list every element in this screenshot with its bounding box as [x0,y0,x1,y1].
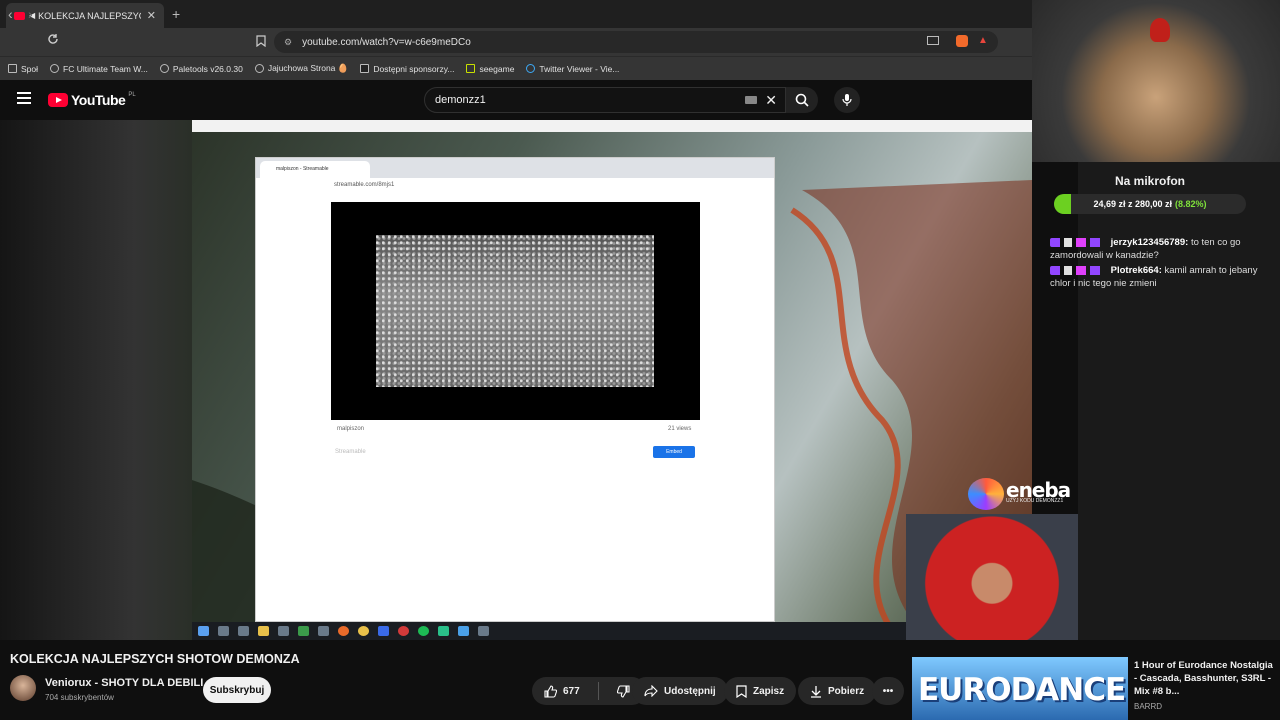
search-icon [795,93,809,107]
bookmark-item[interactable]: Paletools v26.0.30 [159,64,243,74]
menu-icon[interactable] [17,92,31,104]
embedded-views: 21 views [668,426,692,432]
bookmark-item[interactable]: seegame [466,64,514,74]
chrome-icon [358,626,369,636]
bookmark-item[interactable]: Społ [8,64,38,74]
like-icon [544,684,557,698]
embed-button: Embed [653,446,695,458]
mic-icon [842,94,852,106]
streamable-logo: Streamable [335,449,366,455]
eneba-logo-icon [968,478,1004,510]
dislike-icon [616,684,630,698]
crowd-image [376,235,654,387]
app-icon [278,626,289,636]
task-view-icon [238,626,249,636]
globe-icon [159,64,169,73]
sponsor-code: UŻYJ KODU DEMONZZ1 [1006,498,1064,504]
globe-icon [50,64,60,73]
share-icon [644,685,658,697]
reload-icon[interactable] [47,33,59,45]
embedded-url: streamable.com/8mjs1 [334,182,395,188]
brave-shield-icon[interactable] [956,35,968,47]
firefox-icon [338,626,349,636]
search-icon [218,626,229,636]
bookmark-item[interactable]: Jajuchowa Strona 🥚 [254,63,348,74]
app-icon [298,626,309,636]
like-dislike-group: 677 [532,677,646,705]
chat-badges-icon [1050,265,1108,275]
youtube-favicon-icon [14,11,25,20]
steam-icon [458,626,469,636]
forward-icon[interactable]: › [28,6,33,22]
divider [597,682,599,700]
tab-title: KOLEKCJA NAJLEPSZYCH SH [38,10,141,21]
download-button[interactable]: Pobierz [798,677,877,705]
embedded-tab: malpiszon - Streamable [260,161,370,178]
url-text: youtube.com/watch?v=w-c6e9meDCo [302,36,471,48]
app-icon [398,626,409,636]
search-input[interactable]: demonzz1 ✕ [424,87,786,113]
youtube-logo[interactable]: YouTube PL [48,92,136,108]
bookmark-icon[interactable] [256,35,266,47]
site-info-icon[interactable]: ⚙ [284,37,292,48]
keyboard-icon[interactable] [745,96,758,104]
app-icon [318,626,329,636]
explorer-icon [258,626,269,636]
subscriber-count: 704 subskrybentów [45,693,114,702]
app-icon [438,626,449,636]
twitter-icon [526,64,536,73]
windows-icon [198,626,209,636]
bookmark-item[interactable]: Twitter Viewer - Vie... [526,64,619,74]
bookmark-item[interactable]: Dostępni sponsorzy... [360,64,454,74]
bookmarks-bar: Społ FC Ultimate Team W... Paletools v26… [0,56,1032,80]
sponsor-icon [360,64,370,73]
app-icon [378,626,389,636]
recommended-title[interactable]: 1 Hour of Eurodance Nostalgia - Cascada,… [1134,659,1274,698]
close-tab-icon[interactable]: ✕ [147,9,156,22]
chat-badges-icon [1050,237,1108,247]
address-bar[interactable]: ⚙ youtube.com/watch?v=w-c6e9meDCo [274,31,998,53]
video-side-area [0,120,192,640]
recommended-channel[interactable]: BARRD [1134,702,1162,711]
stream-overlay-panel [1078,162,1280,640]
download-icon [811,685,821,698]
like-button[interactable]: 677 [532,677,592,705]
globe-icon [254,64,264,73]
chat-message: jerzyk123456789: to ten co go zamordowal… [1050,237,1241,261]
save-icon [736,684,747,698]
more-actions-button[interactable]: ••• [872,677,904,705]
search-button[interactable] [786,87,818,113]
app-icon [478,626,489,636]
goal-amount: 24,69 zł z 280,00 zł (8.82%) [1093,199,1207,209]
thumbnail-text: EURODANCE [918,672,1126,708]
bookmark-item[interactable]: FC Ultimate Team W... [50,64,148,74]
embedded-uploader: malpiszon [337,426,365,432]
subscribe-button[interactable]: Subskrybuj [203,677,271,703]
rooster-mask [1150,18,1170,42]
back-icon[interactable]: ‹ [8,6,13,22]
folder-icon [8,64,17,73]
voice-search-button[interactable] [834,87,860,113]
video-title: KOLEKCJA NAJLEPSZYCH SHOTOW DEMONZA [10,652,300,666]
clear-icon[interactable]: ✕ [765,92,777,109]
channel-avatar[interactable] [10,675,36,701]
goal-title: Na mikrofon [1114,174,1185,188]
recording-title-bar [192,120,1032,132]
streamer-webcam-2 [906,514,1078,640]
cast-icon[interactable] [927,36,939,45]
spotify-icon [418,626,429,636]
chat-message: Plotrek664: kamil amrah to jebany chlor … [1050,265,1258,289]
share-button[interactable]: Udostępnij [632,677,728,705]
youtube-play-icon [48,93,68,107]
rewards-icon[interactable]: ▲ [978,35,988,46]
channel-name[interactable]: Veniorux - SHOTY DLA DEBILI [45,677,203,689]
new-tab-button[interactable]: + [172,6,180,22]
save-button[interactable]: Zapisz [724,677,797,705]
seegame-icon [466,64,476,73]
